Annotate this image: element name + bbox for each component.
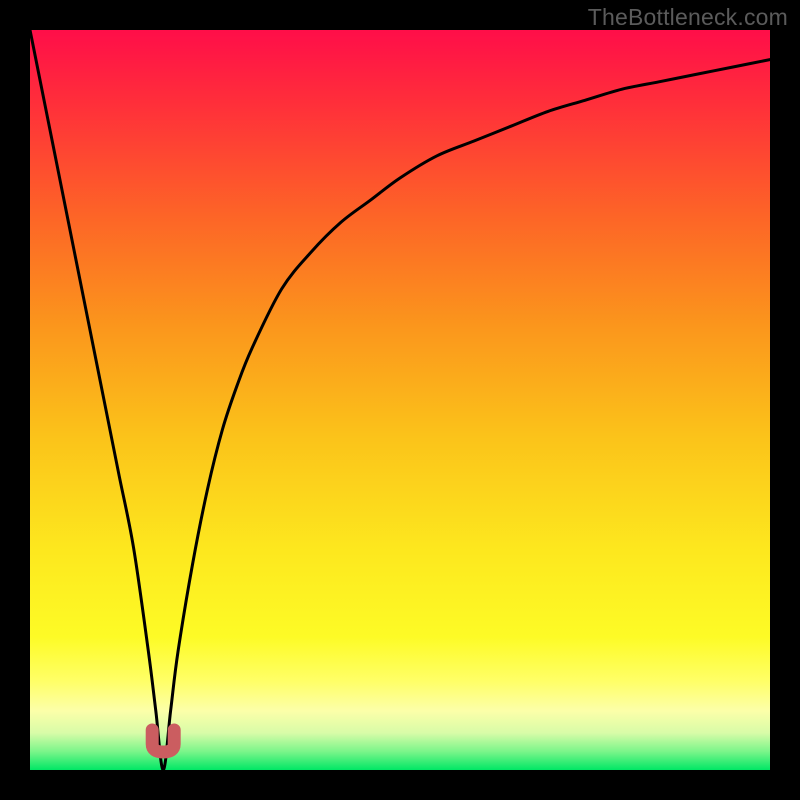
watermark-text: TheBottleneck.com <box>588 4 788 31</box>
bottleneck-curve <box>30 30 770 770</box>
chart-svg <box>30 30 770 770</box>
minimum-marker <box>152 730 174 752</box>
outer-frame: TheBottleneck.com <box>0 0 800 800</box>
plot-area <box>30 30 770 770</box>
